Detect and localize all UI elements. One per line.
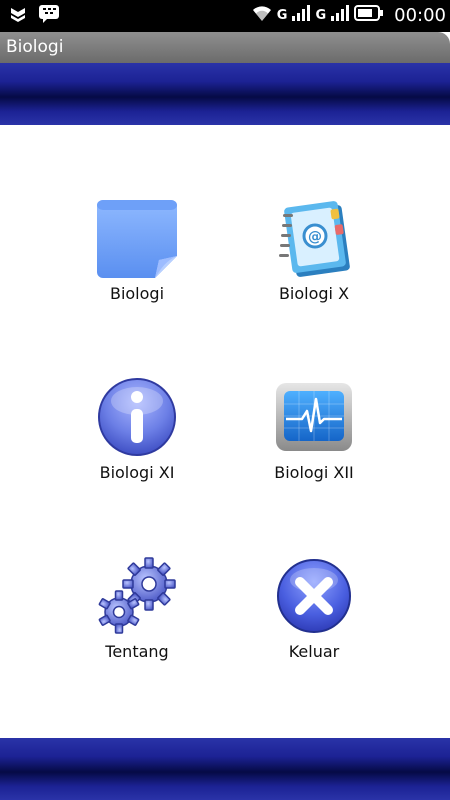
menu-label: Biologi XI [99,463,175,482]
signal-label: G [276,7,288,23]
status-bar: G G 00:00 [0,0,450,32]
heart-monitor-icon [274,377,354,457]
sticky-note-icon [97,198,177,278]
bbm-chat-icon [38,4,60,28]
menu-item-tentang[interactable]: Tentang [57,556,217,686]
address-book-icon: @ [274,198,354,278]
wifi-icon [251,3,273,27]
shield-icon [8,4,28,28]
menu-item-keluar[interactable]: Keluar [234,556,394,686]
menu-item-biologi-xii[interactable]: Biologi XII [234,377,394,507]
signal-label: G [315,7,327,23]
footer-banner [0,738,450,800]
close-icon [274,556,354,636]
info-icon [97,377,177,457]
menu-label: Biologi [109,284,165,303]
menu-label: Biologi X [278,284,350,303]
header-banner [0,63,450,125]
menu-label: Biologi XII [274,463,354,482]
signal-icon [330,3,350,27]
battery-icon [354,3,384,27]
clock: 00:00 [394,4,446,26]
signal-icon [291,3,311,27]
menu-item-biologi[interactable]: Biologi [57,198,217,328]
app-title: Biologi [6,37,64,57]
svg-text:@: @ [308,229,322,245]
menu-item-biologi-x[interactable]: @ Biologi X [234,198,394,328]
menu-item-biologi-xi[interactable]: Biologi XI [57,377,217,507]
menu-label: Keluar [288,642,340,661]
gears-icon [97,556,177,636]
title-bar: Biologi [0,32,450,63]
menu-label: Tentang [105,642,169,661]
